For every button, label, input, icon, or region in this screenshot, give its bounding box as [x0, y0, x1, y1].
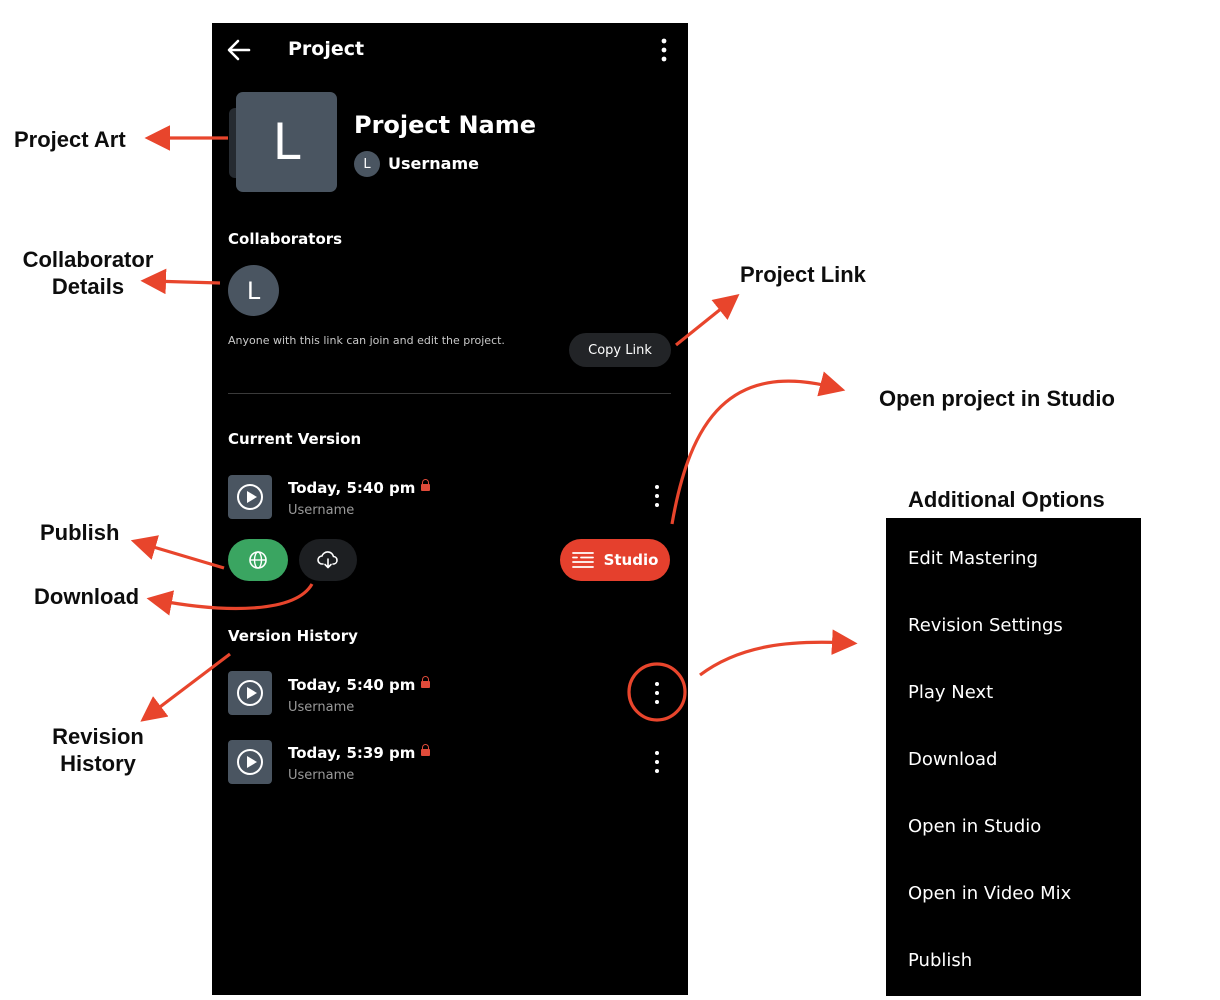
annotation-collaborator-line2: Details: [51, 274, 125, 299]
annotation-project-link: Project Link: [740, 262, 866, 287]
more-vertical-icon[interactable]: [658, 37, 670, 65]
menu-item-publish[interactable]: Publish: [908, 950, 972, 971]
menu-item-play-next[interactable]: Play Next: [908, 682, 993, 703]
history-item-2-time: Today, 5:39 pm: [288, 744, 431, 762]
annotation-collaborator-line1: Collaborator: [22, 247, 154, 272]
history-item-2-user: Username: [288, 768, 355, 783]
menu-item-open-in-video-mix[interactable]: Open in Video Mix: [908, 883, 1071, 904]
annotation-revision-line2: History: [60, 751, 136, 776]
project-name: Project Name: [354, 111, 537, 139]
divider: [228, 393, 671, 394]
history-item-1-time: Today, 5:40 pm: [288, 676, 431, 694]
play-icon: [237, 749, 263, 775]
history-item-1-time-text: Today, 5:40 pm: [288, 676, 416, 694]
play-icon: [237, 484, 263, 510]
history-item-1-play-button[interactable]: [228, 671, 272, 715]
studio-button-label: Studio: [603, 551, 659, 569]
project-art[interactable]: L: [236, 92, 337, 192]
additional-options-menu: Edit Mastering Revision Settings Play Ne…: [886, 518, 1141, 996]
history-item-1-more-icon[interactable]: [652, 682, 662, 708]
current-version-title: Current Version: [228, 430, 362, 448]
globe-icon: [249, 551, 267, 569]
page-title: Project: [288, 38, 365, 60]
publish-button[interactable]: [228, 539, 288, 581]
lock-icon: [421, 676, 431, 688]
studio-mixer-icon: [571, 552, 594, 568]
copy-link-button[interactable]: Copy Link: [569, 333, 671, 367]
menu-item-open-in-studio[interactable]: Open in Studio: [908, 816, 1041, 837]
version-history-title: Version History: [228, 627, 358, 645]
annotation-revision-line1: Revision: [52, 724, 144, 749]
play-icon: [237, 680, 263, 706]
current-version-time: Today, 5:40 pm: [288, 479, 431, 497]
menu-item-download[interactable]: Download: [908, 749, 997, 770]
invite-description: Anyone with this link can join and edit …: [228, 334, 505, 347]
collaborators-title: Collaborators: [228, 230, 343, 248]
annotation-open-in-studio: Open project in Studio: [879, 386, 1115, 411]
annotation-project-art: Project Art: [14, 127, 126, 152]
annotation-revision-history: Revision History: [40, 723, 156, 777]
current-version-more-icon[interactable]: [652, 485, 662, 511]
collaborator-avatar[interactable]: L: [228, 265, 279, 316]
owner-username: Username: [388, 154, 479, 173]
menu-item-edit-mastering[interactable]: Edit Mastering: [908, 548, 1038, 569]
arrow-additional-options: [699, 629, 858, 677]
cloud-download-icon: [317, 551, 338, 569]
current-version-time-text: Today, 5:40 pm: [288, 479, 416, 497]
owner-avatar: L: [354, 151, 380, 177]
lock-icon: [421, 479, 431, 491]
download-button[interactable]: [299, 539, 357, 581]
arrow-studio: [670, 371, 846, 525]
current-version-play-button[interactable]: [228, 475, 272, 519]
history-item-1-user: Username: [288, 700, 355, 715]
annotation-download: Download: [34, 584, 140, 609]
annotation-publish: Publish: [40, 520, 120, 545]
current-version-user: Username: [288, 503, 355, 518]
lock-icon: [421, 744, 431, 756]
menu-item-revision-settings[interactable]: Revision Settings: [908, 615, 1063, 636]
history-item-2-play-button[interactable]: [228, 740, 272, 784]
history-item-2-more-icon[interactable]: [652, 751, 662, 777]
phone-screen: Project L Project Name L Username Collab…: [212, 23, 688, 995]
arrow-left-icon[interactable]: [226, 37, 252, 63]
annotation-additional-options: Additional Options: [908, 487, 1105, 512]
annotation-collaborator-details: Collaborator Details: [14, 246, 162, 300]
history-item-2-time-text: Today, 5:39 pm: [288, 744, 416, 762]
studio-button[interactable]: Studio: [560, 539, 670, 581]
